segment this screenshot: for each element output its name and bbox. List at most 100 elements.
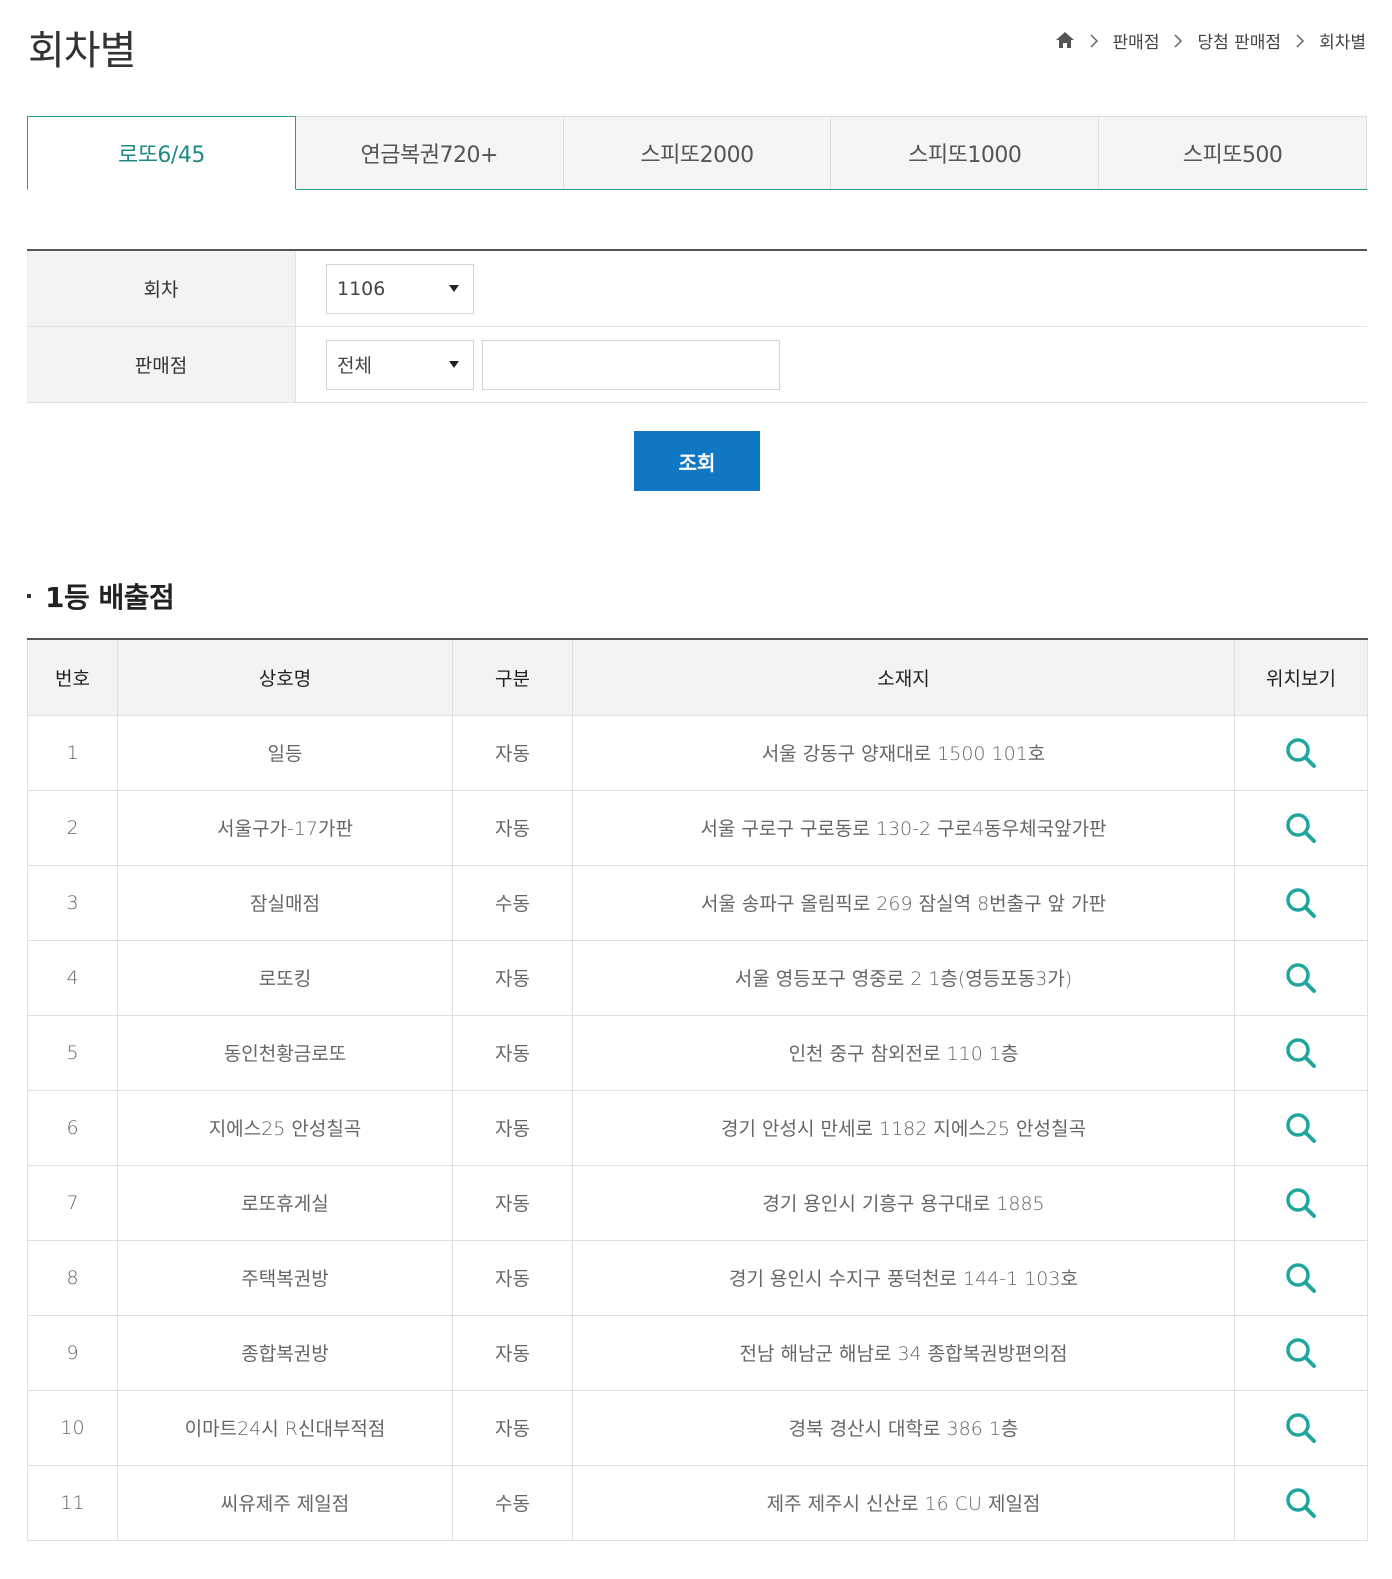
- header-address: 소재지: [572, 638, 1235, 716]
- cell-location: [1234, 1239, 1368, 1316]
- store-field: 전체: [296, 327, 1367, 402]
- search-button[interactable]: 조회: [634, 431, 760, 491]
- cell-type: 수동: [452, 864, 573, 941]
- search-icon[interactable]: [1284, 1186, 1318, 1220]
- header-store-name: 상호명: [117, 638, 453, 716]
- chevron-right-icon: [1295, 33, 1305, 48]
- table-row: 6 지에스25 안성칠곡 자동 경기 안성시 만세로 1182 지에스25 안성칠곡: [27, 1089, 1368, 1166]
- cell-location: [1234, 1089, 1368, 1166]
- tab-pension720[interactable]: 연금복권720+: [295, 116, 564, 189]
- cell-number: 10: [27, 1389, 118, 1466]
- search-icon[interactable]: [1284, 811, 1318, 845]
- cell-type: 자동: [452, 714, 573, 791]
- header-type: 구분: [452, 638, 573, 716]
- cell-store-name: 이마트24시 R신대부적점: [117, 1389, 453, 1466]
- cell-location: [1234, 789, 1368, 866]
- store-filter-value: 전체: [337, 355, 372, 377]
- search-icon[interactable]: [1284, 1411, 1318, 1445]
- round-row: 회차 1106: [27, 251, 1367, 327]
- table-row: 11 씨유제주 제일점 수동 제주 제주시 신산로 16 CU 제일점: [27, 1464, 1368, 1541]
- search-icon[interactable]: [1284, 961, 1318, 995]
- cell-number: 11: [27, 1464, 118, 1541]
- cell-number: 8: [27, 1239, 118, 1316]
- winning-stores-table: 번호 상호명 구분 소재지 위치보기 1 일등 자동 서울 강동구 양재대로 1500…: [27, 638, 1368, 1541]
- cell-address: 서울 강동구 양재대로 1500 101호: [572, 714, 1235, 791]
- cell-location: [1234, 939, 1368, 1016]
- cell-type: 자동: [452, 1314, 573, 1391]
- search-icon[interactable]: [1284, 1111, 1318, 1145]
- tab-speetto1000[interactable]: 스피또1000: [831, 116, 1100, 189]
- round-label: 회차: [27, 251, 296, 326]
- store-filter-select[interactable]: 전체: [326, 339, 474, 390]
- table-row: 2 서울구가-17가판 자동 서울 구로구 구로동로 130-2 구로4동우체국앞가판: [27, 789, 1368, 866]
- cell-store-name: 동인천황금로또: [117, 1014, 453, 1091]
- cell-number: 6: [27, 1089, 118, 1166]
- lottery-tabs: 로또6/45 연금복권720+ 스피또2000 스피또1000 스피또500: [27, 116, 1367, 190]
- cell-address: 전남 해남군 해남로 34 종합복권방편의점: [572, 1314, 1235, 1391]
- cell-type: 자동: [452, 1164, 573, 1241]
- table-body: 1 일등 자동 서울 강동구 양재대로 1500 101호 2 서울구가-17가판 자동 서울…: [27, 714, 1368, 1541]
- store-label: 판매점: [27, 327, 296, 402]
- cell-store-name: 지에스25 안성칠곡: [117, 1089, 453, 1166]
- cell-address: 서울 구로구 구로동로 130-2 구로4동우체국앞가판: [572, 789, 1235, 866]
- cell-number: 1: [27, 714, 118, 791]
- page-title: 회차별: [28, 28, 136, 74]
- search-icon[interactable]: [1284, 1486, 1318, 1520]
- breadcrumb-item-current: 회차별: [1319, 32, 1366, 53]
- search-form: 회차 1106 판매점 전체: [27, 249, 1367, 403]
- store-row: 판매점 전체: [27, 327, 1367, 402]
- caret-down-icon: [449, 285, 459, 292]
- table-row: 8 주택복권방 자동 경기 용인시 수지구 풍덕천로 144-1 103호: [27, 1239, 1368, 1316]
- tab-speetto500[interactable]: 스피또500: [1099, 116, 1367, 189]
- cell-address: 경기 용인시 기흥구 용구대로 1885: [572, 1164, 1235, 1241]
- store-search-input[interactable]: [482, 339, 780, 390]
- tab-lotto645[interactable]: 로또6/45: [27, 116, 296, 190]
- cell-store-name: 로또킹: [117, 939, 453, 1016]
- cell-number: 2: [27, 789, 118, 866]
- search-icon[interactable]: [1284, 736, 1318, 770]
- tab-speetto2000[interactable]: 스피또2000: [563, 116, 832, 189]
- cell-address: 서울 송파구 올림픽로 269 잠실역 8번출구 앞 가판: [572, 864, 1235, 941]
- caret-down-icon: [449, 361, 459, 368]
- search-icon[interactable]: [1284, 1261, 1318, 1295]
- cell-location: [1234, 1314, 1368, 1391]
- cell-location: [1234, 1164, 1368, 1241]
- home-icon[interactable]: [1055, 30, 1075, 50]
- cell-number: 7: [27, 1164, 118, 1241]
- cell-address: 경북 경산시 대학로 386 1층: [572, 1389, 1235, 1466]
- cell-address: 인천 중구 참외전로 110 1층: [572, 1014, 1235, 1091]
- search-icon[interactable]: [1284, 1036, 1318, 1070]
- cell-store-name: 주택복권방: [117, 1239, 453, 1316]
- table-row: 4 로또킹 자동 서울 영등포구 영중로 2 1층(영등포동3가): [27, 939, 1368, 1016]
- breadcrumb-item-store[interactable]: 판매점: [1113, 28, 1160, 53]
- cell-store-name: 종합복권방: [117, 1314, 453, 1391]
- heading-bullet: [27, 594, 31, 598]
- section-title: 1등 배출점: [45, 581, 175, 614]
- table-header-row: 번호 상호명 구분 소재지 위치보기: [27, 638, 1368, 716]
- round-field: 1106: [296, 251, 1367, 326]
- search-icon[interactable]: [1284, 1336, 1318, 1370]
- cell-address: 서울 영등포구 영중로 2 1층(영등포동3가): [572, 939, 1235, 1016]
- cell-store-name: 로또휴게실: [117, 1164, 453, 1241]
- cell-location: [1234, 1389, 1368, 1466]
- section-heading: 1등 배출점: [27, 576, 175, 616]
- cell-type: 자동: [452, 1239, 573, 1316]
- chevron-right-icon: [1173, 33, 1183, 48]
- chevron-right-icon: [1089, 33, 1099, 48]
- cell-type: 자동: [452, 1014, 573, 1091]
- cell-location: [1234, 714, 1368, 791]
- round-select[interactable]: 1106: [326, 263, 474, 314]
- search-icon[interactable]: [1284, 886, 1318, 920]
- table-row: 1 일등 자동 서울 강동구 양재대로 1500 101호: [27, 714, 1368, 791]
- header-location: 위치보기: [1234, 638, 1368, 716]
- cell-type: 자동: [452, 939, 573, 1016]
- cell-store-name: 씨유제주 제일점: [117, 1464, 453, 1541]
- round-select-value: 1106: [337, 277, 386, 300]
- cell-store-name: 서울구가-17가판: [117, 789, 453, 866]
- breadcrumb-item-winning-store[interactable]: 당첨 판매점: [1197, 28, 1281, 53]
- cell-type: 수동: [452, 1464, 573, 1541]
- cell-type: 자동: [452, 789, 573, 866]
- cell-store-name: 잠실매점: [117, 864, 453, 941]
- cell-location: [1234, 864, 1368, 941]
- cell-number: 5: [27, 1014, 118, 1091]
